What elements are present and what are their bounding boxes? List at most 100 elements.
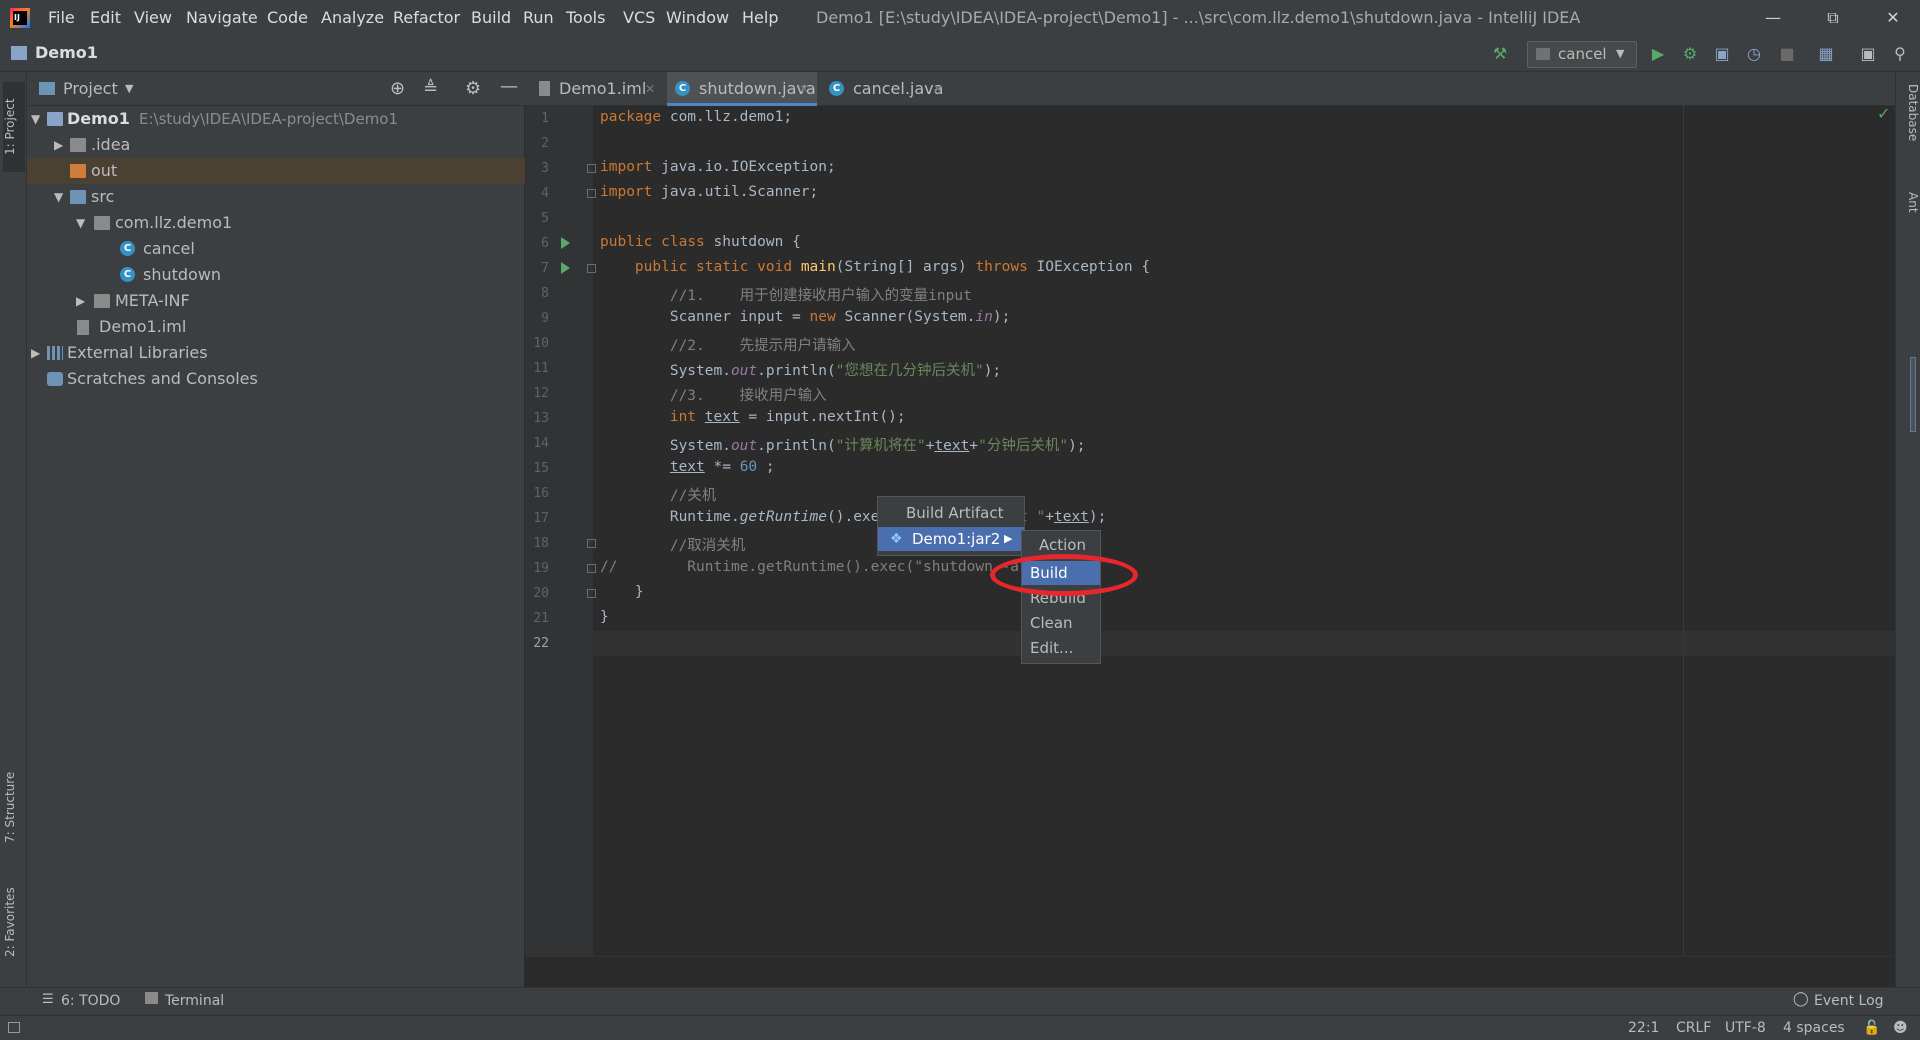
code-line: Scanner input = new Scanner(System.in); bbox=[600, 309, 1011, 325]
menu-file[interactable]: File bbox=[48, 0, 75, 36]
menu-window[interactable]: Window bbox=[666, 0, 729, 36]
menu-vcs[interactable]: VCS bbox=[623, 0, 655, 36]
menu-help[interactable]: Help bbox=[742, 0, 778, 36]
window-title: Demo1 [E:\study\IDEA\IDEA-project\Demo1]… bbox=[816, 8, 1581, 27]
toggle-tool-windows-icon[interactable] bbox=[8, 1022, 20, 1033]
tool-tab-event-log[interactable]: Event Log bbox=[1814, 988, 1884, 1015]
inspector-icon[interactable]: ☻ bbox=[1893, 1016, 1908, 1040]
fold-marker-icon[interactable] bbox=[587, 164, 596, 173]
file-encoding[interactable]: UTF-8 bbox=[1725, 1016, 1766, 1040]
tree-item-idea[interactable]: ▶ .idea bbox=[27, 132, 525, 158]
editor-scrollbar[interactable] bbox=[1910, 357, 1916, 432]
locate-icon[interactable]: ⊕ bbox=[390, 78, 405, 99]
tree-item-label: out bbox=[91, 161, 118, 180]
tool-tab-project[interactable]: 1: Project bbox=[3, 82, 25, 172]
coverage-icon[interactable]: ▣ bbox=[1712, 44, 1732, 64]
tree-item-cancel[interactable]: C cancel bbox=[27, 236, 525, 262]
restore-icon[interactable]: ⧉ bbox=[1810, 0, 1856, 36]
tree-item-label: External Libraries bbox=[67, 343, 208, 362]
menu-code[interactable]: Code bbox=[267, 0, 308, 36]
gear-icon[interactable]: ⚙ bbox=[465, 78, 481, 99]
run-config-dropdown[interactable]: cancel ▼ bbox=[1527, 41, 1637, 68]
artifact-icon: ❖ bbox=[890, 531, 903, 547]
tree-item-iml[interactable]: Demo1.iml bbox=[27, 314, 525, 340]
menu-navigate[interactable]: Navigate bbox=[186, 0, 258, 36]
tab-shutdown-java[interactable]: C shutdown.java ✕ bbox=[667, 72, 817, 106]
menu-analyze[interactable]: Analyze bbox=[321, 0, 384, 36]
fold-marker-icon[interactable] bbox=[587, 589, 596, 598]
action-clean[interactable]: Clean bbox=[1030, 611, 1073, 635]
tool-tab-favorites[interactable]: 2: Favorites bbox=[3, 872, 25, 972]
indent-setting[interactable]: 4 spaces bbox=[1783, 1016, 1845, 1040]
menu-edit[interactable]: Edit bbox=[90, 0, 121, 36]
tool-tab-database[interactable]: Database bbox=[1898, 84, 1920, 141]
debug-icon[interactable]: ⚙ bbox=[1680, 44, 1700, 64]
tree-item-package[interactable]: ▼ com.llz.demo1 bbox=[27, 210, 525, 236]
event-log-icon: ◯ bbox=[1793, 991, 1809, 1007]
tool-tab-structure[interactable]: 7: Structure bbox=[3, 752, 25, 862]
line-number: 6 bbox=[541, 236, 549, 251]
fold-marker-icon[interactable] bbox=[587, 564, 596, 573]
menu-view[interactable]: View bbox=[134, 0, 172, 36]
close-tab-icon[interactable]: ✕ bbox=[933, 72, 943, 106]
package-icon bbox=[94, 216, 110, 230]
right-tool-stripe: Database Ant bbox=[1895, 72, 1920, 987]
layout-icon[interactable]: ▣ bbox=[1858, 44, 1878, 64]
source-folder-icon bbox=[70, 190, 86, 204]
editor-gutter bbox=[525, 106, 593, 956]
menu-tools[interactable]: Tools bbox=[566, 0, 605, 36]
close-icon[interactable]: ✕ bbox=[1870, 0, 1916, 36]
profile-icon[interactable]: ◷ bbox=[1744, 44, 1764, 64]
menu-build[interactable]: Build bbox=[471, 0, 511, 36]
lock-icon[interactable]: 🔓 bbox=[1863, 1016, 1880, 1040]
stop-icon[interactable]: ■ bbox=[1777, 44, 1797, 64]
line-number: 5 bbox=[541, 211, 549, 226]
tree-item-meta-inf[interactable]: ▶ META-INF bbox=[27, 288, 525, 314]
project-view-title[interactable]: Project bbox=[63, 72, 118, 105]
run-main-icon[interactable] bbox=[561, 262, 570, 274]
artifact-label: Demo1:jar2 bbox=[912, 530, 1001, 548]
fold-marker-icon[interactable] bbox=[587, 189, 596, 198]
tool-tab-todo[interactable]: 6: TODO bbox=[61, 988, 120, 1015]
breadcrumb-project[interactable]: Demo1 bbox=[35, 36, 98, 70]
menu-run[interactable]: Run bbox=[523, 0, 554, 36]
close-tab-icon[interactable]: ✕ bbox=[799, 72, 809, 106]
tool-tab-terminal[interactable]: Terminal bbox=[165, 988, 224, 1015]
tree-item-src[interactable]: ▼ src bbox=[27, 184, 525, 210]
line-separator[interactable]: CRLF bbox=[1676, 1016, 1711, 1040]
minimize-icon[interactable]: — bbox=[1750, 0, 1796, 36]
tree-item-shutdown[interactable]: C shutdown bbox=[27, 262, 525, 288]
fold-marker-icon[interactable] bbox=[587, 264, 596, 273]
build-hammer-icon[interactable]: ⚒ bbox=[1490, 44, 1510, 64]
tree-item-label: META-INF bbox=[115, 291, 190, 310]
menu-refactor[interactable]: Refactor bbox=[393, 0, 460, 36]
expanded-arrow-icon: ▼ bbox=[54, 190, 64, 204]
tree-item-scratches[interactable]: Scratches and Consoles bbox=[27, 366, 525, 392]
collapsed-arrow-icon: ▶ bbox=[54, 138, 64, 152]
run-icon[interactable]: ▶ bbox=[1648, 44, 1668, 64]
code-line: } bbox=[600, 609, 609, 625]
collapse-all-icon[interactable]: ≜ bbox=[423, 78, 438, 99]
tree-item-external-libraries[interactable]: ▶ External Libraries bbox=[27, 340, 525, 366]
action-popup: Action Build Rebuild Clean Edit... bbox=[1021, 530, 1101, 664]
tab-cancel-java[interactable]: C cancel.java ✕ bbox=[821, 72, 951, 106]
search-icon[interactable]: ⚲ bbox=[1890, 44, 1910, 64]
chevron-down-icon[interactable]: ▼ bbox=[125, 72, 133, 105]
fold-marker-icon[interactable] bbox=[587, 539, 596, 548]
tree-item-out[interactable]: out bbox=[27, 158, 525, 184]
action-edit[interactable]: Edit... bbox=[1030, 636, 1073, 660]
hide-panel-icon[interactable]: — bbox=[500, 76, 518, 97]
java-class-icon: C bbox=[120, 267, 135, 282]
navigation-bar: Demo1 ⚒ cancel ▼ ▶ ⚙ ▣ ◷ ■ ▦ ▣ ⚲ bbox=[0, 36, 1920, 72]
close-tab-icon[interactable]: ✕ bbox=[645, 72, 655, 106]
tab-demo1-iml[interactable]: Demo1.iml ✕ bbox=[535, 72, 663, 106]
project-structure-icon[interactable]: ▦ bbox=[1816, 44, 1836, 64]
tab-label: cancel.java bbox=[853, 79, 944, 98]
line-number: 18 bbox=[533, 536, 549, 551]
run-class-icon[interactable] bbox=[561, 237, 570, 249]
tool-tab-ant[interactable]: Ant bbox=[1898, 192, 1920, 213]
tree-item-root[interactable]: ▼ Demo1 E:\study\IDEA\IDEA-project\Demo1 bbox=[27, 106, 525, 132]
code-line: //2. 先提示用户请输入 bbox=[600, 338, 856, 354]
artifact-item-demo1-jar2[interactable]: ❖ Demo1:jar2 ▶ bbox=[878, 527, 1024, 551]
caret-position[interactable]: 22:1 bbox=[1628, 1016, 1659, 1040]
